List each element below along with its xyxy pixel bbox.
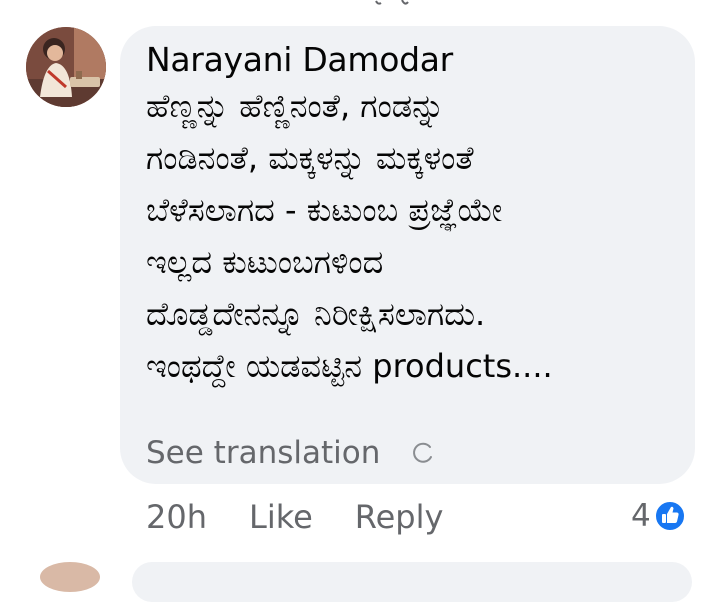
comment-text: ಹೆಣ್ಣನ್ನು ಹೆಣ್ಣಿನಂತೆ, ಗಂಡನ್ನು ಗಂಡಿನಂತೆ, … [146, 80, 695, 392]
reply-button[interactable]: Reply [355, 498, 444, 536]
comment-line: ದೊಡ್ಡದೇನನ್ನೂ ನಿರೀಕ್ಷಿಸಲಾಗದು. [146, 295, 486, 333]
loading-spinner-icon [412, 442, 434, 464]
comment-line: ಗಂಡಿನಂತೆ, ಮಕ್ಕಳನ್ನು ಮಕ್ಕಳಂತೆ [146, 139, 474, 177]
like-button[interactable]: Like [249, 498, 313, 536]
next-comment-avatar[interactable] [40, 562, 100, 592]
like-thumb-icon [653, 499, 687, 533]
avatar[interactable] [26, 27, 106, 107]
see-translation-link[interactable]: See translation [146, 435, 380, 471]
comment-bubble: Narayani Damodar ಹೆಣ್ಣನ್ನು ಹೆಣ್ಣಿನಂತೆ, ಗ… [120, 26, 695, 484]
comment-timestamp[interactable]: 20h [146, 498, 207, 536]
comment-line: ಇಲ್ಲದ ಕುಟುಂಬಗಳಿಂದ [146, 243, 384, 281]
next-comment-bubble [132, 562, 692, 602]
comment-line: ಹೆಣ್ಣನ್ನು ಹೆಣ್ಣಿನಂತೆ, ಗಂಡನ್ನು [146, 87, 445, 125]
comment-author[interactable]: Narayani Damodar [146, 40, 695, 80]
comment-line: ಬೆಳೆಸಲಾಗದ - ಕುಟುಂಬ ಪ್ರಜ್ಞೆಯೇ [146, 191, 503, 229]
translate-row: See translation [146, 435, 434, 471]
reaction-summary[interactable]: 4 [631, 498, 687, 534]
comment-actions: 20h Like Reply [146, 498, 443, 536]
reaction-count: 4 [631, 498, 651, 534]
previous-comment-fragment [372, 0, 412, 5]
comment-line: ಇಂಥದ್ದೇ ಯಡವಟ್ಟಿನ products.... [146, 347, 553, 385]
